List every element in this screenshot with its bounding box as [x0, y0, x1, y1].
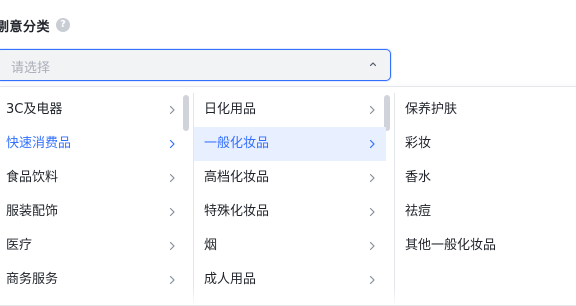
cascader-option[interactable]: 快速消费品: [0, 127, 186, 161]
option-label: 一般化妆品: [204, 136, 270, 151]
cascader-option[interactable]: 祛痘: [395, 195, 576, 229]
chevron-up-icon: [369, 62, 377, 67]
chevron-right-icon: [369, 241, 375, 251]
cascader-option[interactable]: 香水: [395, 161, 576, 195]
option-label: 其他一般化妆品: [405, 238, 497, 253]
cascader-column-level3[interactable]: 保养护肤彩妆香水祛痘其他一般化妆品: [395, 93, 576, 305]
select-placeholder: 请选择: [11, 61, 51, 76]
option-label: 服装配饰: [6, 204, 59, 219]
chevron-right-icon: [169, 207, 175, 217]
cascader-option[interactable]: 保养护肤: [395, 93, 576, 127]
option-label: 快速消费品: [6, 136, 72, 151]
option-label: 保养护肤: [405, 102, 458, 117]
option-label: 食品饮料: [6, 170, 59, 185]
chevron-right-icon: [169, 173, 175, 183]
chevron-right-icon: [369, 207, 375, 217]
cascader-option[interactable]: 食品饮料: [0, 161, 186, 195]
option-label: 彩妆: [405, 136, 432, 151]
option-label: 特殊化妆品: [204, 204, 270, 219]
cascader-option[interactable]: 医疗: [0, 229, 186, 263]
chevron-right-icon: [369, 173, 375, 183]
cascader-option[interactable]: 高档化妆品: [194, 161, 386, 195]
cascader-option[interactable]: 其他一般化妆品: [395, 229, 576, 263]
dropdown-fade: [0, 287, 576, 305]
category-select[interactable]: 请选择: [0, 49, 391, 81]
chevron-right-icon: [169, 275, 175, 285]
cascader-column-level1[interactable]: 3C及电器快速消费品食品饮料服装配饰医疗商务服务: [0, 93, 194, 305]
cascader-option[interactable]: 一般化妆品: [194, 127, 386, 161]
cascader-option[interactable]: 日化用品: [194, 93, 386, 127]
chevron-right-icon: [169, 105, 175, 115]
chevron-right-icon: [369, 275, 375, 285]
chevron-right-icon: [169, 139, 175, 149]
chevron-right-icon: [369, 139, 375, 149]
cascader-option[interactable]: 服装配饰: [0, 195, 186, 229]
option-label: 高档化妆品: [204, 170, 270, 185]
option-label: 祛痘: [405, 204, 432, 219]
cascader-dropdown: 3C及电器快速消费品食品饮料服装配饰医疗商务服务 日化用品一般化妆品高档化妆品特…: [0, 86, 576, 306]
option-label: 烟: [204, 238, 218, 253]
cascader-option[interactable]: 特殊化妆品: [194, 195, 386, 229]
question-circle-icon[interactable]: ?: [56, 18, 71, 32]
field-label: 剔意分类: [0, 19, 51, 35]
chevron-right-icon: [169, 241, 175, 251]
cascader-option[interactable]: 烟: [194, 229, 386, 263]
cascader-option[interactable]: 3C及电器: [0, 93, 186, 127]
chevron-right-icon: [369, 105, 375, 115]
option-label: 日化用品: [204, 102, 257, 117]
option-label: 商务服务: [6, 272, 59, 287]
option-label: 成人用品: [204, 272, 257, 287]
field-label-row: 剔意分类 ?: [0, 14, 71, 36]
option-label: 香水: [405, 170, 432, 185]
cascader-column-level2[interactable]: 日化用品一般化妆品高档化妆品特殊化妆品烟成人用品: [194, 93, 395, 305]
option-label: 医疗: [6, 238, 33, 253]
cascader-option[interactable]: 彩妆: [395, 127, 576, 161]
option-label: 3C及电器: [6, 102, 63, 117]
